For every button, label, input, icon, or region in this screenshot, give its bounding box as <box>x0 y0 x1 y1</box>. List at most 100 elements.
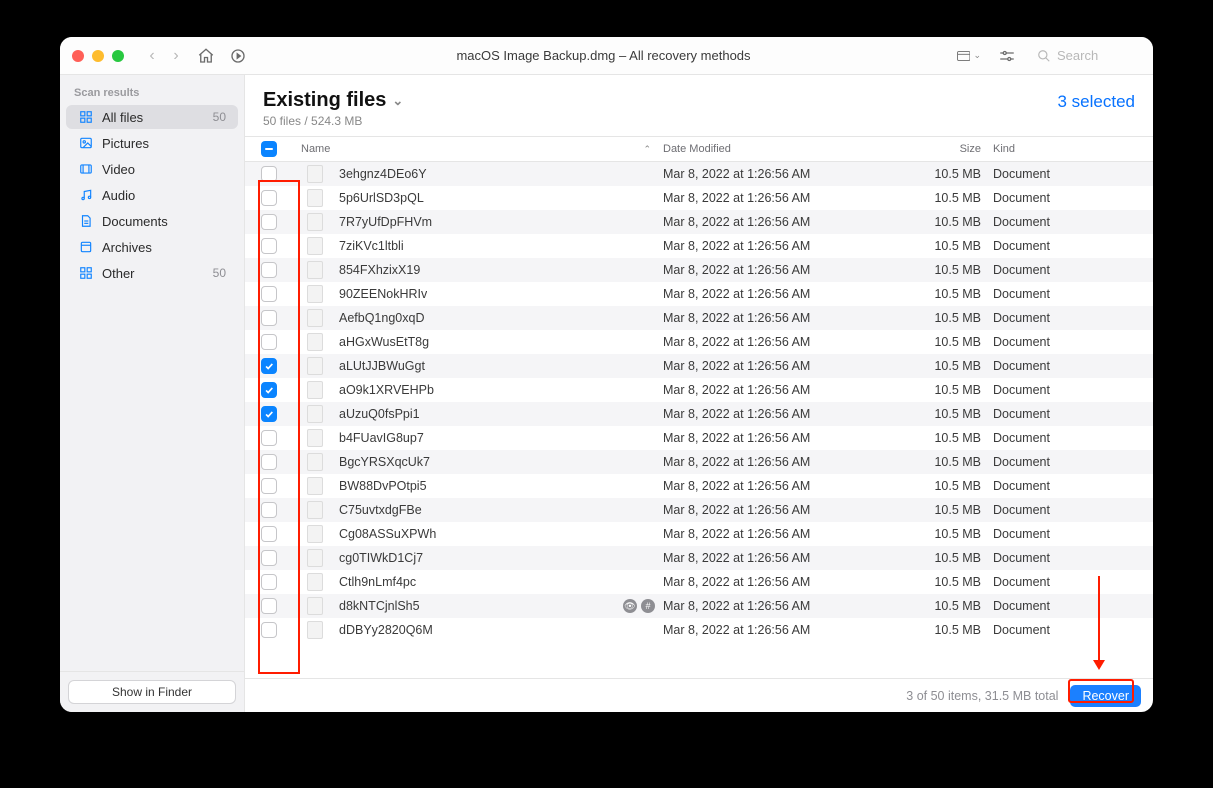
file-checkbox[interactable] <box>261 382 277 398</box>
file-checkbox[interactable] <box>261 286 277 302</box>
file-name: dDBYy2820Q6M <box>339 623 433 637</box>
view-mode[interactable]: ⌄ <box>957 44 981 68</box>
file-checkbox[interactable] <box>261 310 277 326</box>
sidebar-item-documents[interactable]: Documents <box>66 209 238 233</box>
recover-button[interactable]: Recover <box>1070 685 1141 707</box>
file-checkbox[interactable] <box>261 526 277 542</box>
chevron-down-icon: ⌄ <box>392 93 403 109</box>
file-size: 10.5 MB <box>863 239 993 253</box>
sidebar-item-all-files[interactable]: All files50 <box>66 105 238 129</box>
search-icon <box>1037 49 1051 63</box>
nav-forward[interactable]: › <box>166 47 186 65</box>
window-title: macOS Image Backup.dmg – All recovery me… <box>258 48 949 63</box>
file-icon <box>307 213 323 231</box>
file-checkbox[interactable] <box>261 214 277 230</box>
column-name[interactable]: Name ⌃ <box>293 143 663 155</box>
file-row[interactable]: dDBYy2820Q6MMar 8, 2022 at 1:26:56 AM10.… <box>245 618 1153 642</box>
minimize-window[interactable] <box>92 50 104 62</box>
file-checkbox[interactable] <box>261 166 277 182</box>
file-checkbox[interactable] <box>261 262 277 278</box>
file-checkbox[interactable] <box>261 454 277 470</box>
zoom-window[interactable] <box>112 50 124 62</box>
refresh-icon[interactable] <box>226 44 250 68</box>
file-icon <box>307 573 323 591</box>
file-row[interactable]: cg0TIWkD1Cj7Mar 8, 2022 at 1:26:56 AM10.… <box>245 546 1153 570</box>
grid-icon <box>78 109 94 125</box>
file-row[interactable]: 854FXhzixX19Mar 8, 2022 at 1:26:56 AM10.… <box>245 258 1153 282</box>
file-checkbox[interactable] <box>261 550 277 566</box>
main: Existing files ⌄ 50 files / 524.3 MB 3 s… <box>245 75 1153 712</box>
file-count-line: 50 files / 524.3 MB <box>263 114 403 128</box>
search-field[interactable] <box>1033 46 1141 65</box>
preview-icon[interactable]: 👁 <box>623 599 637 613</box>
file-date: Mar 8, 2022 at 1:26:56 AM <box>663 191 863 205</box>
select-all-checkbox[interactable] <box>261 141 277 157</box>
file-size: 10.5 MB <box>863 263 993 277</box>
file-checkbox[interactable] <box>261 598 277 614</box>
sidebar: Scan results All files50PicturesVideo Aud… <box>60 75 245 712</box>
search-input[interactable] <box>1057 48 1137 63</box>
file-date: Mar 8, 2022 at 1:26:56 AM <box>663 455 863 469</box>
column-kind[interactable]: Kind <box>993 143 1153 155</box>
home-icon[interactable] <box>194 44 218 68</box>
column-date[interactable]: Date Modified <box>663 143 863 155</box>
file-row[interactable]: Cg08ASSuXPWhMar 8, 2022 at 1:26:56 AM10.… <box>245 522 1153 546</box>
file-checkbox[interactable] <box>261 238 277 254</box>
file-size: 10.5 MB <box>863 383 993 397</box>
file-row[interactable]: AefbQ1ng0xqDMar 8, 2022 at 1:26:56 AM10.… <box>245 306 1153 330</box>
file-row[interactable]: Ctlh9nLmf4pcMar 8, 2022 at 1:26:56 AM10.… <box>245 570 1153 594</box>
file-list[interactable]: 3ehgnz4DEo6YMar 8, 2022 at 1:26:56 AM10.… <box>245 162 1153 678</box>
file-checkbox[interactable] <box>261 430 277 446</box>
file-size: 10.5 MB <box>863 527 993 541</box>
file-row[interactable]: 3ehgnz4DEo6YMar 8, 2022 at 1:26:56 AM10.… <box>245 162 1153 186</box>
file-checkbox[interactable] <box>261 502 277 518</box>
sidebar-item-other[interactable]: Other50 <box>66 261 238 285</box>
file-checkbox[interactable] <box>261 406 277 422</box>
file-row[interactable]: BgcYRSXqcUk7Mar 8, 2022 at 1:26:56 AM10.… <box>245 450 1153 474</box>
file-kind: Document <box>993 311 1153 325</box>
file-row[interactable]: 7ziKVc1ltbliMar 8, 2022 at 1:26:56 AM10.… <box>245 234 1153 258</box>
sidebar-item-archives[interactable]: Archives <box>66 235 238 259</box>
file-name: 7ziKVc1ltbli <box>339 239 404 253</box>
sidebar-item-label: Other <box>102 266 205 281</box>
sidebar-item-pictures[interactable]: Pictures <box>66 131 238 155</box>
file-checkbox[interactable] <box>261 334 277 350</box>
column-size[interactable]: Size <box>863 143 993 155</box>
file-kind: Document <box>993 239 1153 253</box>
sidebar-section-label: Scan results <box>60 87 244 105</box>
file-row[interactable]: aLUtJJBWuGgtMar 8, 2022 at 1:26:56 AM10.… <box>245 354 1153 378</box>
file-row[interactable]: 5p6UrlSD3pQLMar 8, 2022 at 1:26:56 AM10.… <box>245 186 1153 210</box>
file-row[interactable]: C75uvtxdgFBeMar 8, 2022 at 1:26:56 AM10.… <box>245 498 1153 522</box>
selected-count[interactable]: 3 selected <box>1058 89 1136 112</box>
hash-icon[interactable]: # <box>641 599 655 613</box>
file-checkbox[interactable] <box>261 358 277 374</box>
sidebar-item-video[interactable]: Video <box>66 157 238 181</box>
main-title[interactable]: Existing files ⌄ <box>263 89 403 112</box>
file-checkbox[interactable] <box>261 478 277 494</box>
file-icon <box>307 261 323 279</box>
file-size: 10.5 MB <box>863 431 993 445</box>
show-in-finder-button[interactable]: Show in Finder <box>68 680 236 704</box>
file-checkbox[interactable] <box>261 190 277 206</box>
file-row[interactable]: BW88DvPOtpi5Mar 8, 2022 at 1:26:56 AM10.… <box>245 474 1153 498</box>
file-row[interactable]: 7R7yUfDpFHVmMar 8, 2022 at 1:26:56 AM10.… <box>245 210 1153 234</box>
video-icon <box>78 161 94 177</box>
file-row[interactable]: aO9k1XRVEHPbMar 8, 2022 at 1:26:56 AM10.… <box>245 378 1153 402</box>
file-size: 10.5 MB <box>863 191 993 205</box>
file-row[interactable]: aHGxWusEtT8gMar 8, 2022 at 1:26:56 AM10.… <box>245 330 1153 354</box>
file-row[interactable]: aUzuQ0fsPpi1Mar 8, 2022 at 1:26:56 AM10.… <box>245 402 1153 426</box>
file-kind: Document <box>993 503 1153 517</box>
close-window[interactable] <box>72 50 84 62</box>
file-name: BgcYRSXqcUk7 <box>339 455 430 469</box>
sidebar-item-audio[interactable]: Audio <box>66 183 238 207</box>
file-row[interactable]: d8kNTCjnlSh5👁#Mar 8, 2022 at 1:26:56 AM1… <box>245 594 1153 618</box>
file-row[interactable]: b4FUavIG8up7Mar 8, 2022 at 1:26:56 AM10.… <box>245 426 1153 450</box>
nav-back[interactable]: ‹ <box>142 47 162 65</box>
sidebar-item-label: Audio <box>102 188 226 203</box>
file-checkbox[interactable] <box>261 574 277 590</box>
file-size: 10.5 MB <box>863 359 993 373</box>
settings-icon[interactable] <box>995 44 1019 68</box>
file-row[interactable]: 90ZEENokHRIvMar 8, 2022 at 1:26:56 AM10.… <box>245 282 1153 306</box>
file-checkbox[interactable] <box>261 622 277 638</box>
file-icon <box>307 189 323 207</box>
